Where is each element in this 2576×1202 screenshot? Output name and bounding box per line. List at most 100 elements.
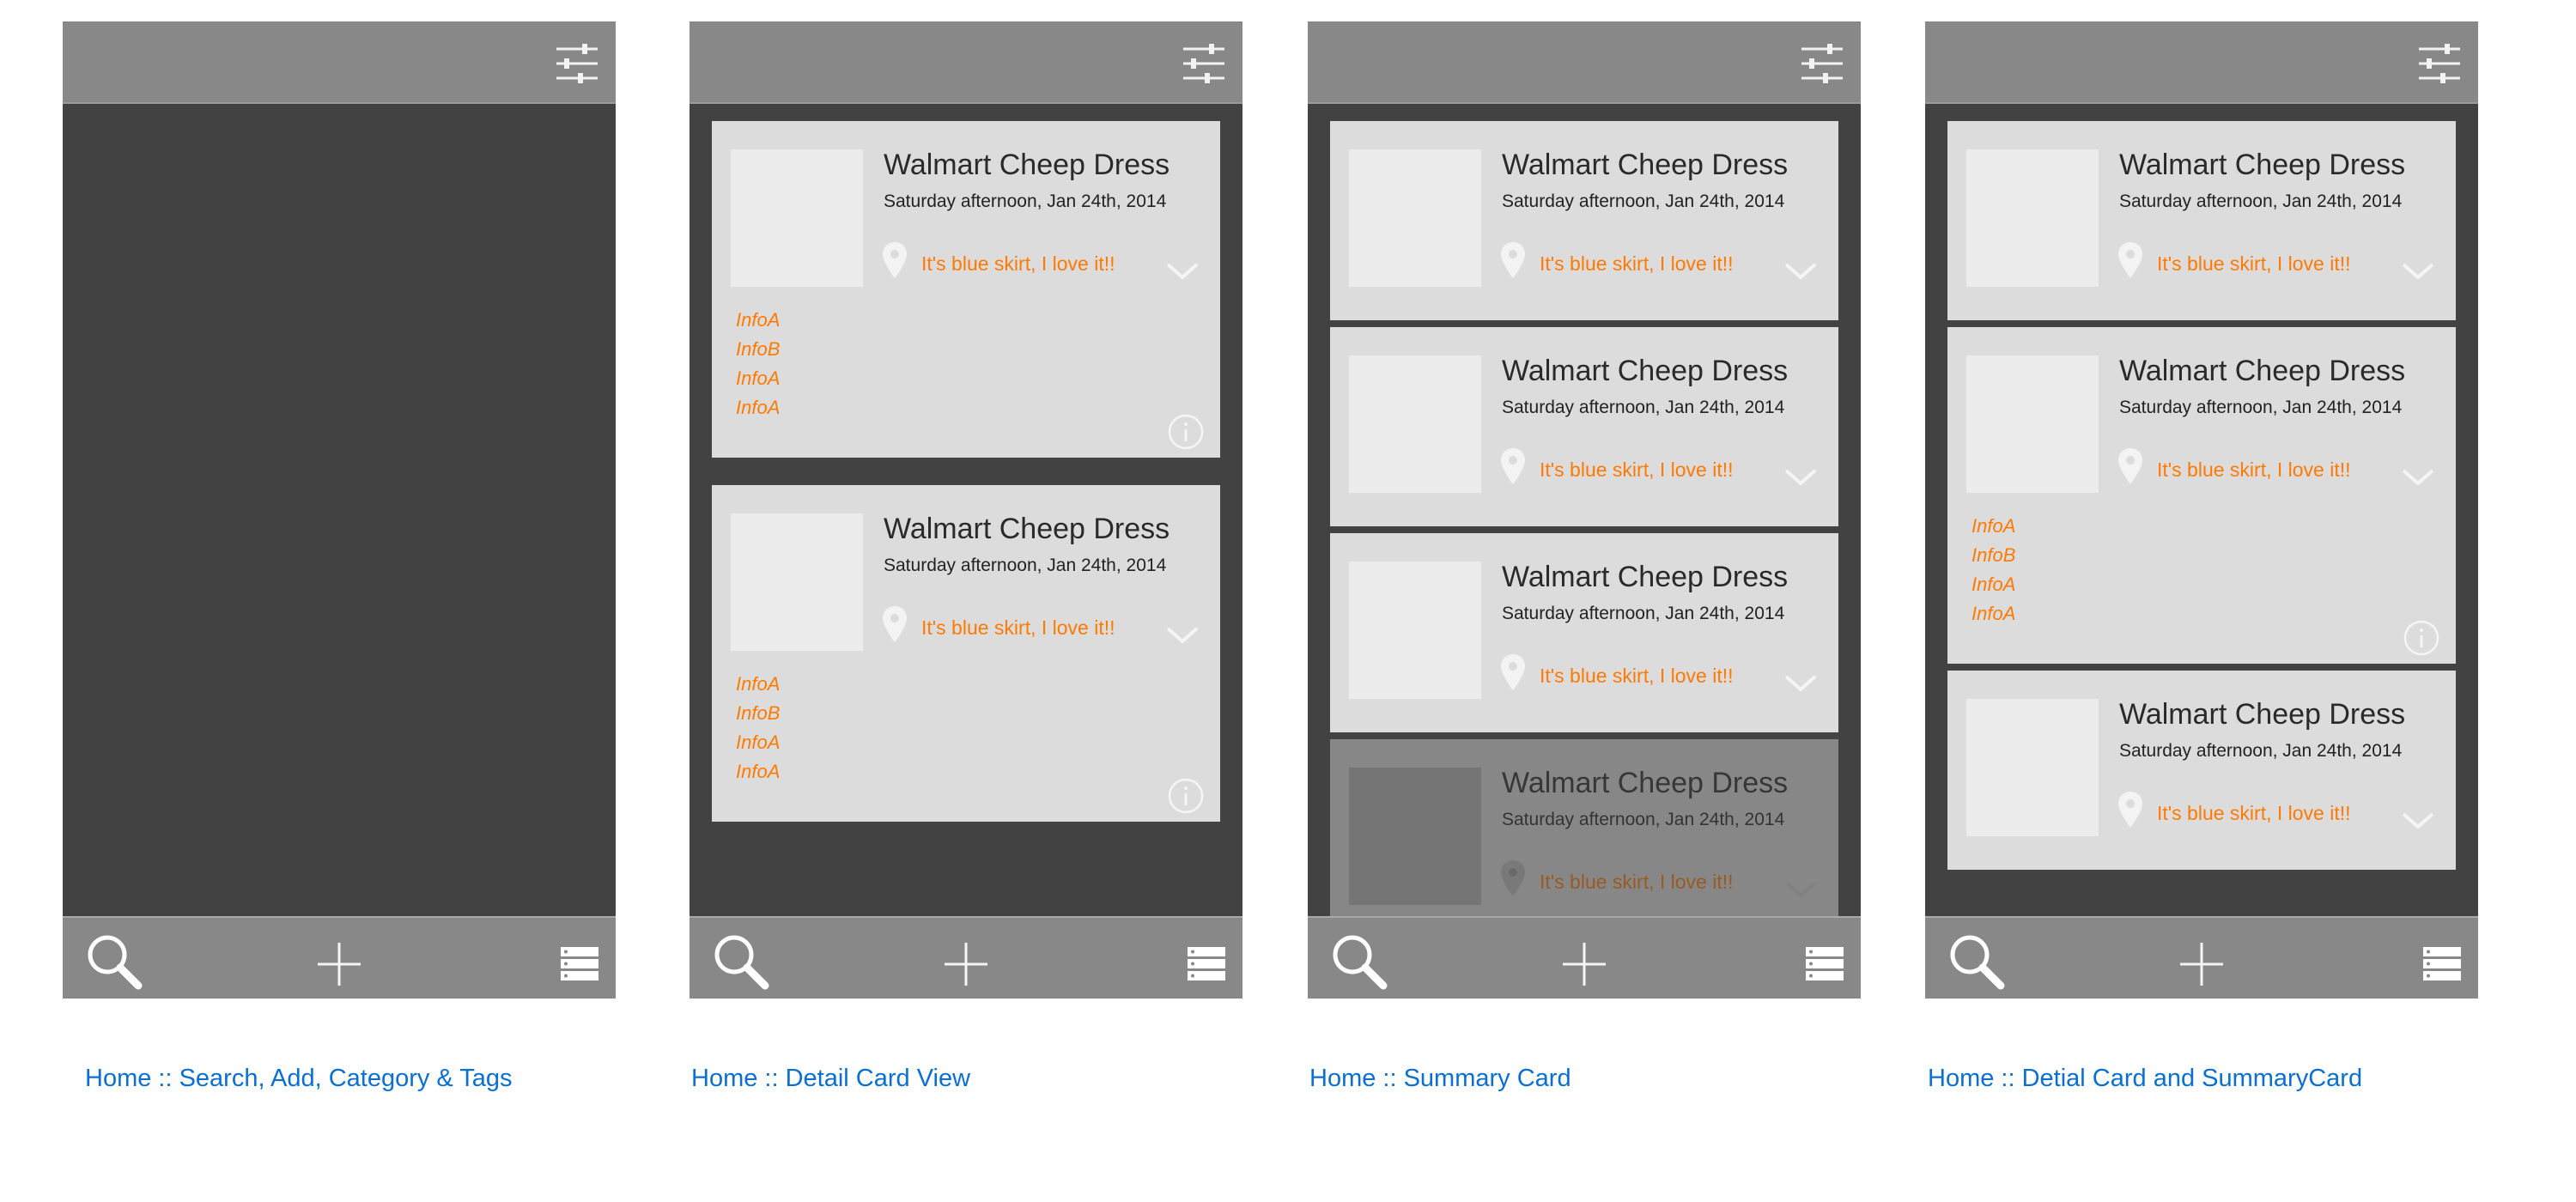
screen-caption: Home :: Search, Add, Category & Tags bbox=[85, 1065, 513, 1092]
map-pin-icon bbox=[2118, 242, 2142, 278]
card-title: Walmart Cheep Dress bbox=[1502, 355, 1789, 387]
card-info-list: InfoA InfoB InfoA InfoA bbox=[736, 670, 780, 786]
summary-card[interactable]: Walmart Cheep Dress Saturday afternoon, … bbox=[1330, 121, 1838, 320]
search-icon[interactable] bbox=[83, 931, 145, 993]
card-title: Walmart Cheep Dress bbox=[1502, 149, 1789, 181]
bottom-bar bbox=[690, 916, 1242, 999]
card-comment: It's blue skirt, I love it!! bbox=[1540, 458, 1734, 481]
detail-card[interactable]: Walmart Cheep Dress Saturday afternoon, … bbox=[712, 121, 1220, 458]
card-thumbnail bbox=[1349, 768, 1481, 905]
card-date: Saturday afternoon, Jan 24th, 2014 bbox=[2119, 741, 2403, 761]
card-title: Walmart Cheep Dress bbox=[2119, 149, 2406, 181]
card-date: Saturday afternoon, Jan 24th, 2014 bbox=[884, 555, 1167, 575]
menu-list-icon[interactable] bbox=[2423, 947, 2461, 981]
card-date: Saturday afternoon, Jan 24th, 2014 bbox=[2119, 398, 2403, 417]
card-thumbnail bbox=[1966, 355, 2099, 493]
search-icon[interactable] bbox=[1946, 931, 2008, 993]
info-icon[interactable] bbox=[1167, 413, 1205, 451]
chevron-down-icon[interactable] bbox=[1165, 626, 1200, 645]
info-item: InfoA bbox=[736, 397, 781, 418]
card-thumbnail bbox=[1349, 562, 1481, 699]
chevron-down-icon[interactable] bbox=[2401, 262, 2435, 281]
card-date: Saturday afternoon, Jan 24th, 2014 bbox=[884, 191, 1167, 211]
info-icon[interactable] bbox=[1167, 777, 1205, 815]
summary-card[interactable]: Walmart Cheep Dress Saturday afternoon, … bbox=[1947, 121, 2456, 320]
top-bar bbox=[1308, 21, 1861, 104]
info-item: InfoA bbox=[736, 309, 781, 331]
screen-caption: Home :: Summary Card bbox=[1309, 1065, 1571, 1092]
card-title: Walmart Cheep Dress bbox=[2119, 698, 2406, 731]
filter-sliders-icon[interactable] bbox=[554, 40, 600, 87]
card-comment: It's blue skirt, I love it!! bbox=[1540, 871, 1734, 893]
map-pin-icon bbox=[1501, 860, 1525, 896]
card-comment: It's blue skirt, I love it!! bbox=[2157, 252, 2351, 275]
menu-list-icon[interactable] bbox=[561, 947, 598, 981]
chevron-down-icon[interactable] bbox=[1783, 262, 1818, 281]
map-pin-icon bbox=[883, 606, 907, 642]
search-icon[interactable] bbox=[710, 931, 772, 993]
card-comment: It's blue skirt, I love it!! bbox=[2157, 458, 2351, 481]
content-area bbox=[63, 104, 616, 916]
card-date: Saturday afternoon, Jan 24th, 2014 bbox=[1502, 604, 1785, 623]
card-title: Walmart Cheep Dress bbox=[1502, 561, 1789, 593]
phone-screen-summary-cards: Walmart Cheep Dress Saturday afternoon, … bbox=[1308, 21, 1861, 999]
summary-card-dragging[interactable]: Walmart Cheep Dress Saturday afternoon, … bbox=[1330, 739, 1838, 916]
top-bar bbox=[63, 21, 616, 104]
detail-card[interactable]: Walmart Cheep Dress Saturday afternoon, … bbox=[712, 485, 1220, 822]
summary-card[interactable]: Walmart Cheep Dress Saturday afternoon, … bbox=[1330, 533, 1838, 732]
chevron-down-icon[interactable] bbox=[1783, 880, 1818, 899]
card-date: Saturday afternoon, Jan 24th, 2014 bbox=[1502, 398, 1785, 417]
card-thumbnail bbox=[1966, 699, 2099, 836]
card-thumbnail bbox=[1349, 149, 1481, 287]
card-comment: It's blue skirt, I love it!! bbox=[921, 616, 1115, 639]
plus-icon[interactable] bbox=[1560, 940, 1608, 988]
plus-icon[interactable] bbox=[2178, 940, 2226, 988]
summary-card[interactable]: Walmart Cheep Dress Saturday afternoon, … bbox=[1947, 671, 2456, 870]
card-title: Walmart Cheep Dress bbox=[1502, 767, 1789, 799]
summary-card[interactable]: Walmart Cheep Dress Saturday afternoon, … bbox=[1330, 327, 1838, 526]
menu-list-icon[interactable] bbox=[1806, 947, 1844, 981]
card-thumbnail bbox=[1349, 355, 1481, 493]
info-item: InfoA bbox=[1971, 574, 2016, 595]
card-comment: It's blue skirt, I love it!! bbox=[1540, 665, 1734, 687]
info-item: InfoB bbox=[736, 702, 781, 724]
map-pin-icon bbox=[1501, 654, 1525, 690]
info-item: InfoB bbox=[1971, 544, 2016, 566]
bottom-bar bbox=[1925, 916, 2478, 999]
screen-caption: Home :: Detail Card View bbox=[691, 1065, 971, 1092]
detail-card[interactable]: Walmart Cheep Dress Saturday afternoon, … bbox=[1947, 327, 2456, 664]
phone-screen-mixed-cards: Walmart Cheep Dress Saturday afternoon, … bbox=[1925, 21, 2478, 999]
info-item: InfoA bbox=[736, 367, 781, 389]
filter-sliders-icon[interactable] bbox=[2416, 40, 2463, 87]
chevron-down-icon[interactable] bbox=[1783, 468, 1818, 487]
content-area: Walmart Cheep Dress Saturday afternoon, … bbox=[690, 104, 1242, 916]
top-bar bbox=[1925, 21, 2478, 104]
info-item: InfoA bbox=[736, 761, 781, 782]
map-pin-icon bbox=[1501, 448, 1525, 484]
screen-caption: Home :: Detial Card and SummaryCard bbox=[1928, 1065, 2363, 1092]
card-comment: It's blue skirt, I love it!! bbox=[921, 252, 1115, 275]
chevron-down-icon[interactable] bbox=[1165, 262, 1200, 281]
search-icon[interactable] bbox=[1328, 931, 1390, 993]
info-item: InfoA bbox=[1971, 603, 2016, 624]
card-info-list: InfoA InfoB InfoA InfoA bbox=[1971, 512, 2015, 628]
chevron-down-icon[interactable] bbox=[2401, 811, 2435, 830]
info-icon[interactable] bbox=[2403, 619, 2440, 657]
card-title: Walmart Cheep Dress bbox=[884, 149, 1170, 181]
map-pin-icon bbox=[2118, 792, 2142, 828]
chevron-down-icon[interactable] bbox=[2401, 468, 2435, 487]
map-pin-icon bbox=[1501, 242, 1525, 278]
bottom-bar bbox=[63, 916, 616, 999]
content-area: Walmart Cheep Dress Saturday afternoon, … bbox=[1308, 104, 1861, 916]
menu-list-icon[interactable] bbox=[1188, 947, 1225, 981]
card-comment: It's blue skirt, I love it!! bbox=[1540, 252, 1734, 275]
chevron-down-icon[interactable] bbox=[1783, 674, 1818, 693]
filter-sliders-icon[interactable] bbox=[1181, 40, 1227, 87]
plus-icon[interactable] bbox=[315, 940, 363, 988]
card-date: Saturday afternoon, Jan 24th, 2014 bbox=[1502, 191, 1785, 211]
filter-sliders-icon[interactable] bbox=[1799, 40, 1845, 87]
card-thumbnail bbox=[731, 513, 863, 651]
card-thumbnail bbox=[731, 149, 863, 287]
card-thumbnail bbox=[1966, 149, 2099, 287]
plus-icon[interactable] bbox=[942, 940, 990, 988]
